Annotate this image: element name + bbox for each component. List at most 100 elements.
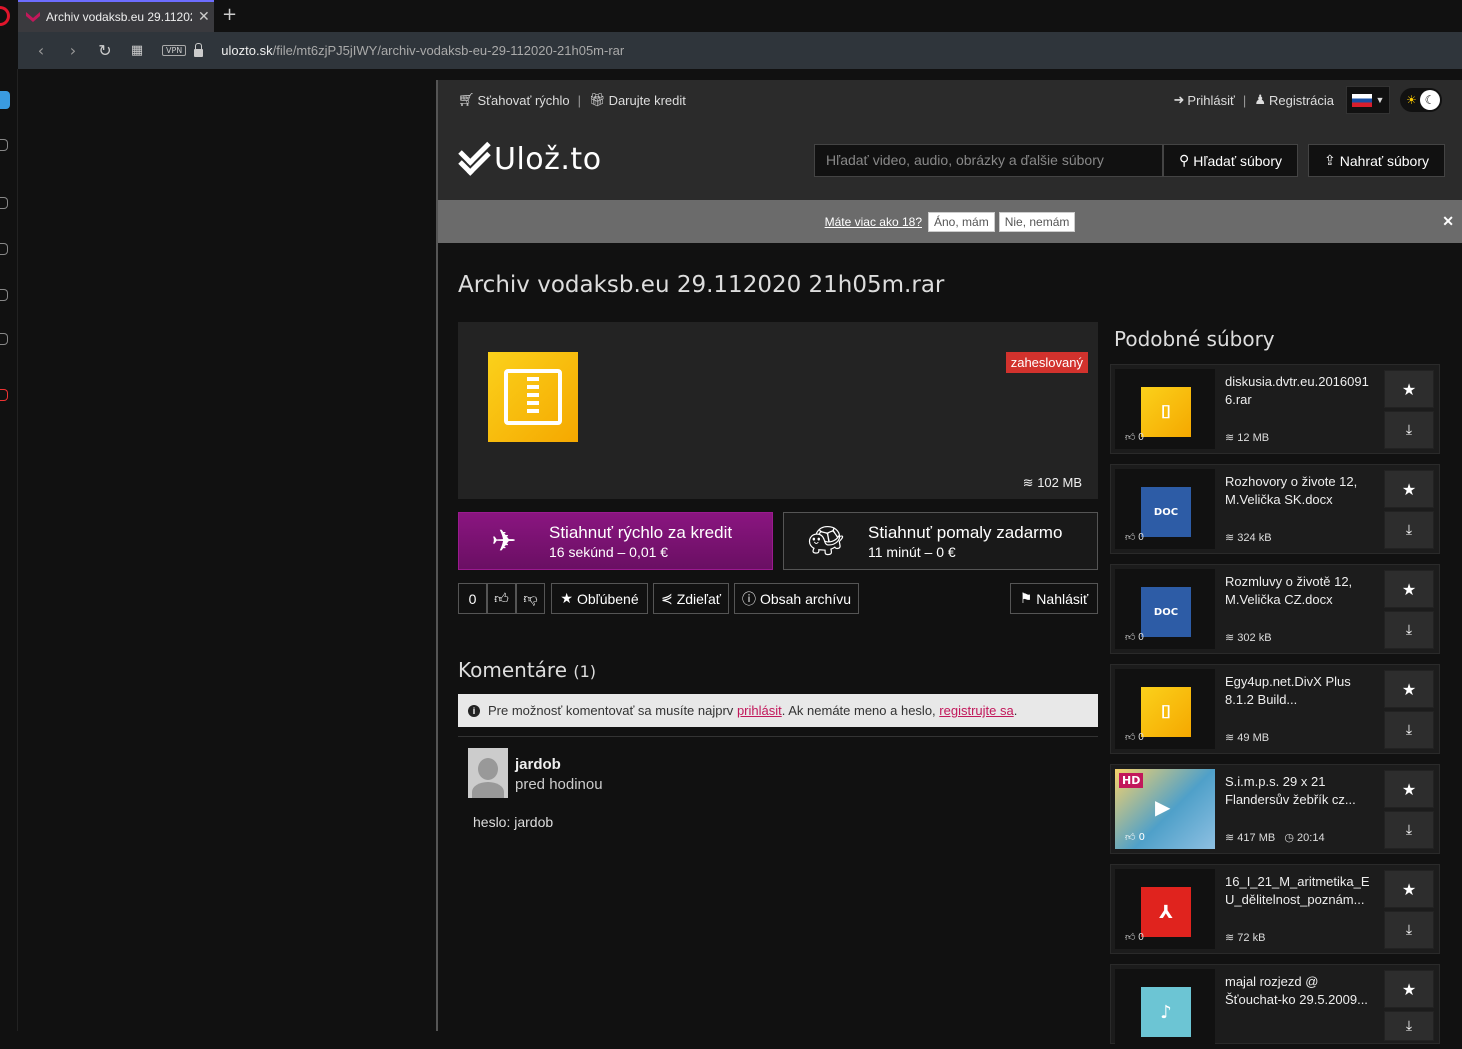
sidebar-news-icon[interactable] xyxy=(0,139,8,151)
age-question[interactable]: Máte viac ako 18? xyxy=(825,215,922,229)
search-icon: ⚲ xyxy=(1179,152,1190,168)
back-icon[interactable]: ‹ xyxy=(32,41,50,60)
thumbs-up-icon[interactable]: 👍︎ xyxy=(487,583,516,614)
file-thumbnail[interactable]: ⌷ 👍︎ 0 xyxy=(1115,369,1215,449)
star-icon[interactable]: ★ xyxy=(1384,770,1434,808)
share-button[interactable]: ⋞ Zdieľať xyxy=(653,583,729,614)
likes-count: 👍︎ 0 xyxy=(1125,932,1144,943)
archive-file-icon: ⌷ xyxy=(1141,387,1191,437)
list-item[interactable]: DOC 👍︎ 0 Rozhovory o živote 12, M.Veličk… xyxy=(1110,464,1440,554)
fast-download-link[interactable]: Sťahovať rýchlo xyxy=(478,93,570,108)
file-thumbnail[interactable]: DOC 👍︎ 0 xyxy=(1115,469,1215,549)
sidebar-notifications-icon[interactable] xyxy=(0,389,8,401)
star-icon[interactable]: ★ xyxy=(1384,970,1434,1008)
list-item[interactable]: ⌷ 👍︎ 0 diskusia.dvtr.eu.20160916.rar ≋ 1… xyxy=(1110,364,1440,454)
browser-tab[interactable]: Archiv vodaksb.eu 29.112020 21h05m.rar ✕ xyxy=(18,0,214,32)
sidebar-extensions-icon[interactable] xyxy=(0,289,8,301)
register-link[interactable]: Registrácia xyxy=(1269,93,1334,108)
likes-count: 👍︎ 0 xyxy=(1125,432,1144,443)
file-size: ≋ 102 MB xyxy=(1023,475,1082,491)
star-icon[interactable]: ★ xyxy=(1384,870,1434,908)
age-yes-button[interactable]: Áno, mám xyxy=(928,211,995,232)
close-icon[interactable]: ✕ xyxy=(1442,213,1454,230)
notice-middle: . Ak nemáte meno a heslo, xyxy=(781,703,936,718)
list-item[interactable]: DOC 👍︎ 0 Rozmluvy o životě 12, M.Velička… xyxy=(1110,564,1440,654)
ulozto-logo[interactable]: Ulož.to xyxy=(458,142,602,177)
notice-login-link[interactable]: prihlásit xyxy=(737,703,782,718)
forward-icon[interactable]: › xyxy=(64,41,82,60)
url-field[interactable]: ulozto.sk/file/mt6zjPJ5jIWY/archiv-vodak… xyxy=(221,43,624,58)
search-button-label: Hľadať súbory xyxy=(1193,152,1282,169)
similar-file-name[interactable]: 16_I_21_M_aritmetika_EU_dělitelnost_pozn… xyxy=(1225,873,1375,909)
file-thumbnail[interactable]: DOC 👍︎ 0 xyxy=(1115,569,1215,649)
search-input[interactable]: Hľadať video, audio, obrázky a ďalšie sú… xyxy=(814,144,1163,177)
report-label: Nahlásiť xyxy=(1036,590,1089,607)
reload-icon[interactable]: ↻ xyxy=(96,41,114,60)
upload-icon: ⇪ xyxy=(1323,152,1336,168)
star-icon[interactable]: ★ xyxy=(1384,470,1434,508)
database-icon: ≋ xyxy=(1022,475,1034,490)
comment-login-notice: i Pre možnosť komentovať sa musíte najpr… xyxy=(458,694,1098,727)
similar-file-size: ≋ 324 kB xyxy=(1225,532,1272,544)
age-verification-bar: Máte viac ako 18? Áno, mám Nie, nemám ✕ xyxy=(438,200,1462,243)
file-thumbnail[interactable]: ⅄ 👍︎ 0 xyxy=(1115,869,1215,949)
star-icon[interactable]: ★ xyxy=(1384,670,1434,708)
opera-logo-icon[interactable] xyxy=(0,6,10,26)
fast-download-title: Stiahnuť rýchlo za kredit xyxy=(549,522,733,542)
similar-file-size: ≋ 49 MB xyxy=(1225,732,1270,744)
fast-download-button[interactable]: ✈ Stiahnuť rýchlo za kredit 16 sekúnd – … xyxy=(458,512,773,570)
download-icon[interactable]: ⤓ xyxy=(1384,411,1434,449)
close-tab-icon[interactable]: ✕ xyxy=(198,9,210,25)
sidebar-settings-icon[interactable] xyxy=(0,333,8,345)
report-button[interactable]: ⚑ Nahlásiť xyxy=(1010,583,1098,614)
new-tab-icon[interactable]: + xyxy=(222,4,237,25)
similar-file-name[interactable]: Rozmluvy o životě 12, M.Velička CZ.docx xyxy=(1225,573,1375,609)
download-icon[interactable]: ⤓ xyxy=(1384,611,1434,649)
list-item[interactable]: ♪ majal rozjezd @ Šťouchat-ko 29.5.2009.… xyxy=(1110,964,1440,1049)
list-item[interactable]: ⅄ 👍︎ 0 16_I_21_M_aritmetika_EU_dělitelno… xyxy=(1110,864,1440,954)
file-thumbnail[interactable]: ⌷ 👍︎ 0 xyxy=(1115,669,1215,749)
download-icon[interactable]: ⤓ xyxy=(1384,911,1434,949)
download-icon[interactable]: ⤓ xyxy=(1384,511,1434,549)
list-item[interactable]: ⌷ 👍︎ 0 Egy4up.net.DivX Plus 8.1.2 Build.… xyxy=(1110,664,1440,754)
lock-icon[interactable] xyxy=(194,42,204,57)
login-link[interactable]: Prihlásiť xyxy=(1187,93,1235,108)
thumbs-down-icon[interactable]: 👎︎ xyxy=(516,583,545,614)
likes-count: 👍︎ 0 xyxy=(1125,732,1144,743)
similar-file-name[interactable]: majal rozjezd @ Šťouchat-ko 29.5.2009... xyxy=(1225,973,1375,1009)
similar-file-name[interactable]: S.i.m.p.s. 29 x 21 Flandersův žebřík cz.… xyxy=(1225,773,1375,809)
vpn-badge[interactable]: VPN xyxy=(162,45,187,56)
comment-time: pred hodinou xyxy=(515,776,603,793)
list-item[interactable]: HD ▶ 👍︎ 0 S.i.m.p.s. 29 x 21 Flandersův … xyxy=(1110,764,1440,854)
similar-file-size: ≋ 302 kB xyxy=(1225,632,1272,644)
star-icon[interactable]: ★ xyxy=(1384,370,1434,408)
tabs-grid-icon[interactable]: ▦ xyxy=(128,43,146,58)
sidebar-history-icon[interactable] xyxy=(0,243,8,255)
language-dropdown[interactable]: ▼ xyxy=(1346,86,1390,114)
similar-file-name[interactable]: Egy4up.net.DivX Plus 8.1.2 Build... xyxy=(1225,673,1375,709)
archive-contents-button[interactable]: ⓘ Obsah archívu xyxy=(734,583,859,614)
similar-file-name[interactable]: Rozhovory o živote 12, M.Velička SK.docx xyxy=(1225,473,1375,509)
similar-file-name[interactable]: diskusia.dvtr.eu.20160916.rar xyxy=(1225,373,1375,409)
info-icon: ⓘ xyxy=(741,590,756,607)
file-size-value: 102 MB xyxy=(1037,475,1082,490)
donate-credit-link[interactable]: Darujte kredit xyxy=(609,93,686,108)
favorite-button[interactable]: ★ Obľúbené xyxy=(551,583,648,614)
theme-toggle[interactable]: ☀ ☾ xyxy=(1400,88,1442,112)
notice-register-link[interactable]: registrujte sa xyxy=(939,703,1013,718)
star-icon[interactable]: ★ xyxy=(1384,570,1434,608)
download-icon[interactable]: ⤓ xyxy=(1384,811,1434,849)
download-icon[interactable]: ⤓ xyxy=(1384,1011,1434,1041)
sidebar-heart-icon[interactable] xyxy=(0,197,8,209)
age-no-button[interactable]: Nie, nemám xyxy=(998,211,1076,232)
file-thumbnail[interactable]: ♪ xyxy=(1115,969,1215,1049)
search-button[interactable]: ⚲ Hľadať súbory xyxy=(1163,144,1298,177)
video-thumbnail[interactable]: HD ▶ 👍︎ 0 xyxy=(1115,769,1215,849)
upload-button[interactable]: ⇪ Nahrať súbory xyxy=(1308,144,1445,177)
download-icon[interactable]: ⤓ xyxy=(1384,711,1434,749)
user-icon: ♟ xyxy=(1254,92,1266,107)
sidebar-home-icon[interactable] xyxy=(0,91,10,109)
slow-download-button[interactable]: 🐢︎ Stiahnuť pomaly zadarmo 11 minút – 0 … xyxy=(783,512,1098,570)
comment-author[interactable]: jardob xyxy=(515,756,561,773)
sun-icon: ☀ xyxy=(1406,93,1417,107)
